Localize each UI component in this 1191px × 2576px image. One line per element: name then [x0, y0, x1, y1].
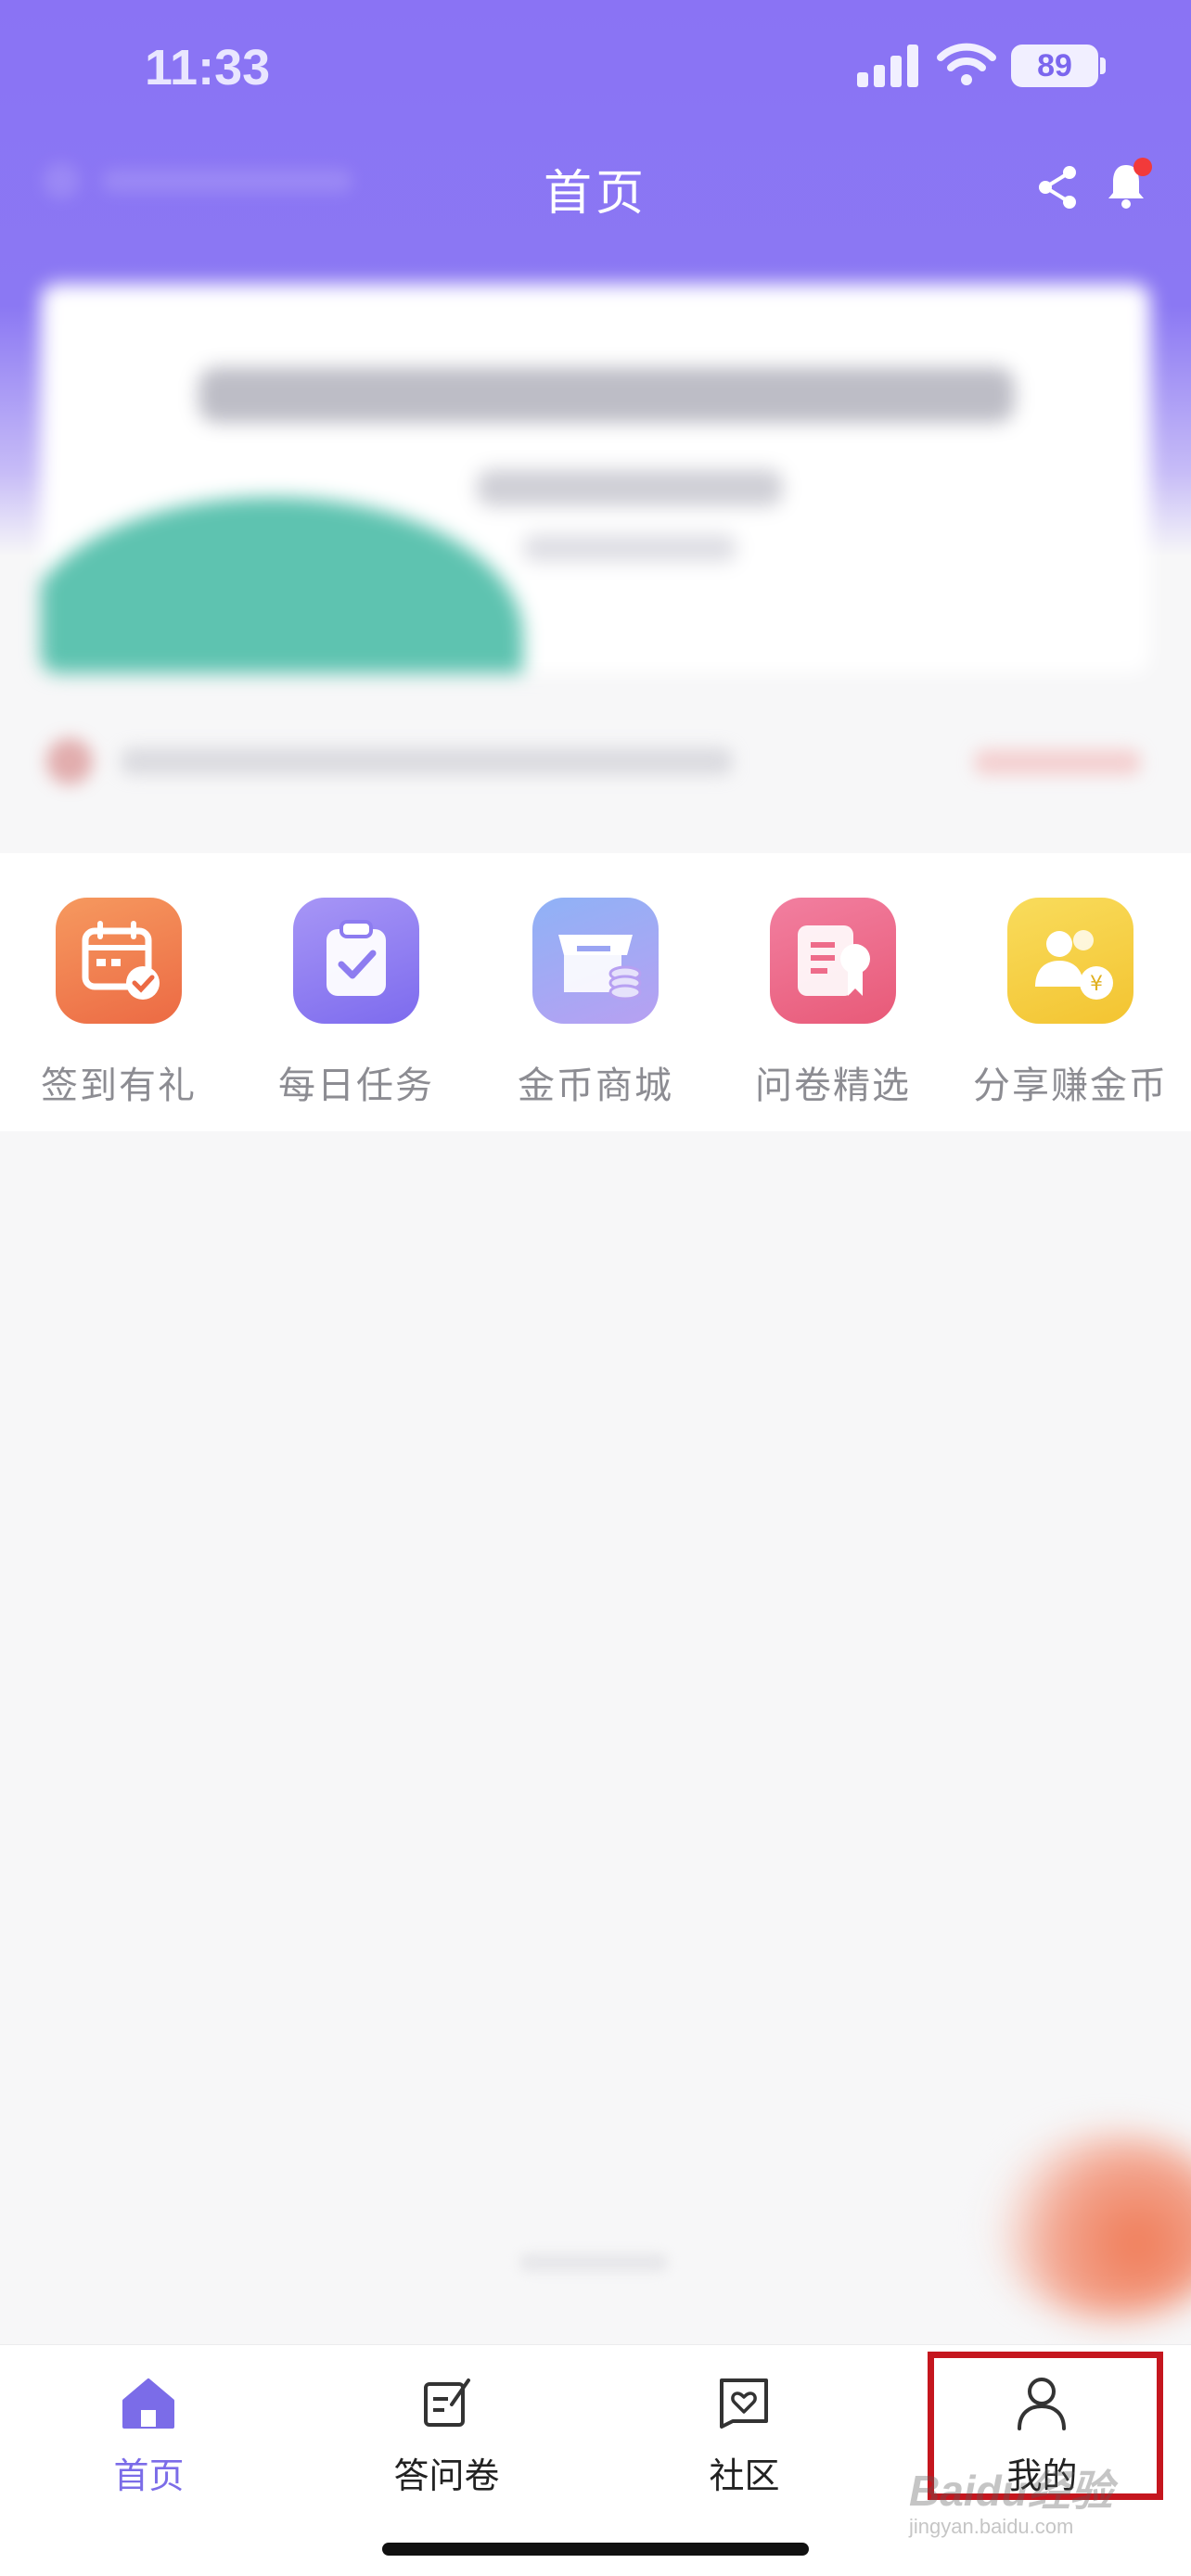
status-time: 11:33: [145, 40, 271, 96]
battery-tip: [1100, 57, 1106, 74]
notice-blurred-text: [121, 747, 733, 775]
banner-blurred-text: [477, 469, 783, 506]
tab-label: 首页: [113, 2457, 185, 2496]
clipboard-check-icon: [293, 898, 419, 1024]
tab-home[interactable]: 首页: [0, 2360, 298, 2508]
floating-promo-button[interactable]: [992, 2133, 1191, 2318]
battery-indicator: 89: [1011, 45, 1098, 87]
nav-bar: 首页: [0, 139, 1191, 232]
banner-graphic: [41, 497, 523, 673]
share-icon[interactable]: [1035, 163, 1080, 211]
notification-badge: [1133, 158, 1152, 176]
quick-action-label: 问卷精选: [755, 1065, 911, 1106]
home-indicator: [382, 2543, 809, 2556]
notice-blurred-link: [974, 749, 1141, 775]
quick-action-label: 签到有礼: [41, 1065, 197, 1106]
people-coin-icon: ¥: [1007, 898, 1133, 1024]
quick-action-label: 分享赚金币: [973, 1065, 1168, 1106]
watermark-brand: Baidu经验: [909, 2467, 1113, 2515]
status-bar: 11:33 89: [0, 0, 1191, 139]
quick-action-checkin[interactable]: 签到有礼: [0, 898, 237, 1120]
heart-chat-icon: [720, 2378, 768, 2429]
calendar-check-icon: [56, 898, 182, 1024]
signal-icon: [857, 45, 920, 87]
page-title: 首页: [543, 167, 647, 221]
store-coins-icon: [532, 898, 659, 1024]
watermark: Baidu经验 jingyan.baidu.com: [909, 2457, 1187, 2550]
document-badge-icon: [770, 898, 896, 1024]
quick-action-coin-store[interactable]: 金币商城: [477, 898, 714, 1120]
quick-actions-panel: 签到有礼 每日任务 金币商城 问卷精选 ¥ 分享赚金币: [0, 853, 1191, 1131]
home-icon: [122, 2378, 174, 2429]
tab-label: 答问卷: [393, 2457, 500, 2496]
edit-note-icon: [424, 2378, 470, 2427]
quick-action-share-earn[interactable]: ¥ 分享赚金币: [952, 898, 1189, 1120]
svg-text:¥: ¥: [1090, 973, 1103, 996]
quick-action-featured-surveys[interactable]: 问卷精选: [714, 898, 952, 1120]
banner-blurred-text: [523, 534, 736, 562]
notice-row[interactable]: [37, 729, 1150, 794]
banner-card[interactable]: [41, 284, 1150, 673]
quick-action-daily-tasks[interactable]: 每日任务: [237, 898, 475, 1120]
quick-action-label: 金币商城: [518, 1065, 673, 1106]
quick-action-label: 每日任务: [278, 1065, 434, 1106]
tab-label: 社区: [709, 2457, 780, 2496]
banner-blurred-text: [198, 367, 1015, 423]
blurred-footer-text: [519, 2253, 668, 2272]
tab-community[interactable]: 社区: [596, 2360, 893, 2508]
tab-answer-survey[interactable]: 答问卷: [298, 2360, 596, 2508]
notice-icon: [46, 738, 93, 784]
app-screen: 11:33 89 首页 签到有礼 每日任务 金币商城 问卷精选 ¥ 分享赚金币 …: [0, 0, 1191, 2576]
wifi-icon: [937, 43, 996, 85]
watermark-site: jingyan.baidu.com: [909, 2515, 1074, 2538]
